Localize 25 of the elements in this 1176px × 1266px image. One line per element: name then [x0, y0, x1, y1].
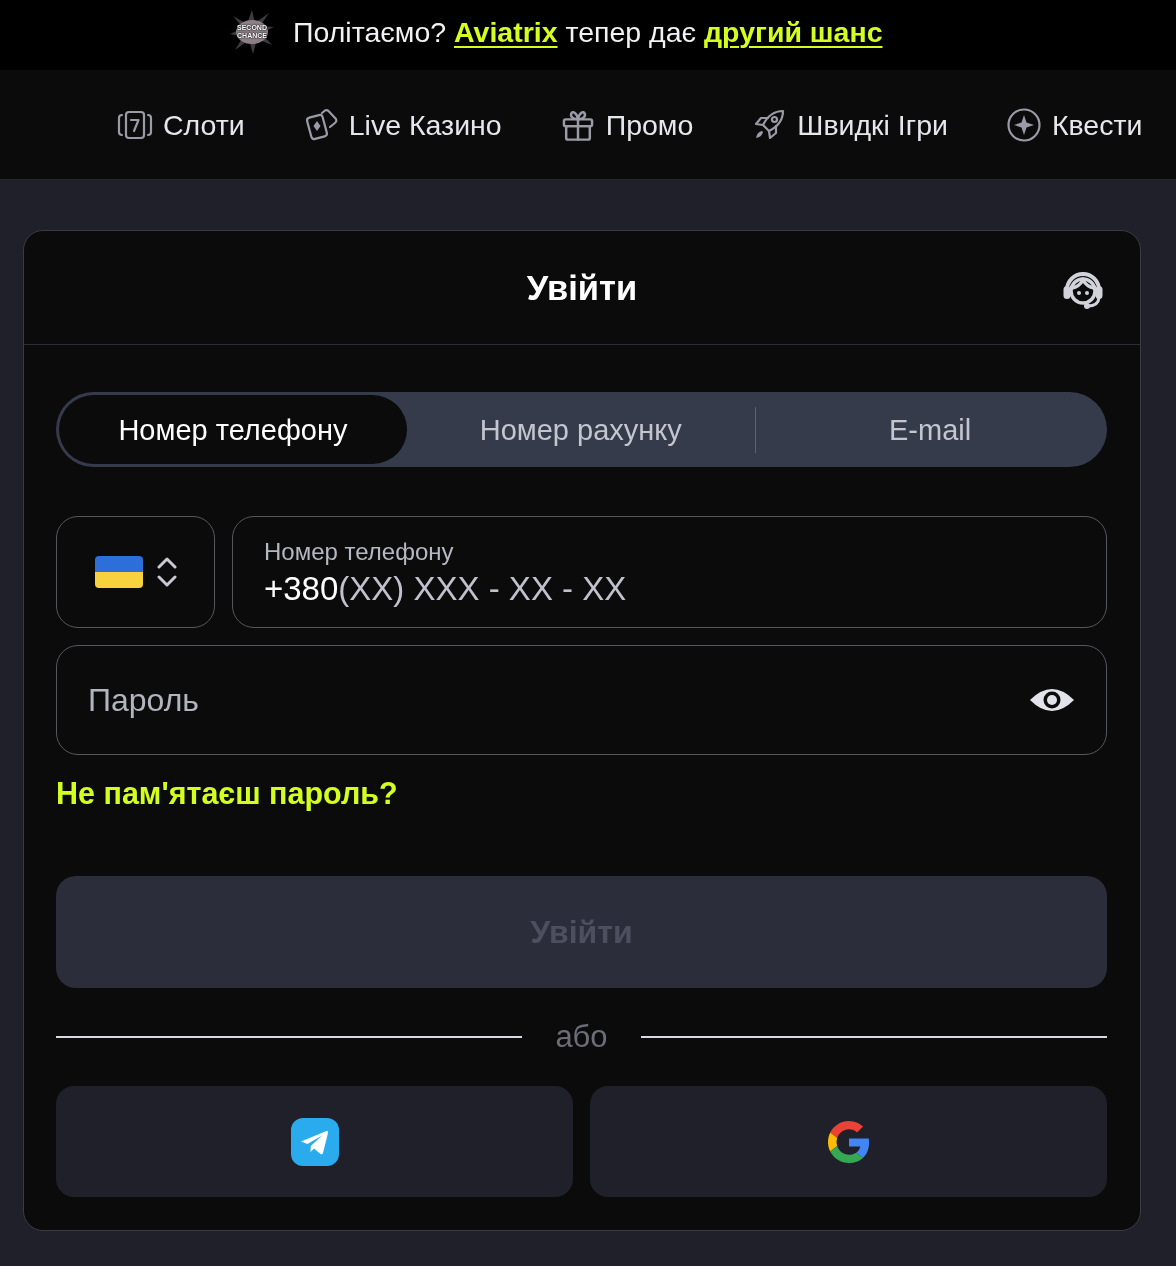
promo-link[interactable]: другий шанс	[704, 16, 883, 48]
field-label: Номер телефону	[264, 536, 454, 566]
card-title: Увійти	[526, 267, 638, 308]
promo-message: Політаємо? Aviatrix тепер дає другий шанс	[293, 15, 883, 49]
nav-item[interactable]: Live Казино	[302, 106, 502, 143]
flag-icon	[94, 556, 143, 588]
up-down-chevron-icon	[156, 556, 177, 588]
nav-item[interactable]: Слоти	[117, 106, 245, 143]
nav-item[interactable]: Промо	[559, 106, 694, 143]
divider-text: або	[555, 1018, 608, 1056]
google-icon	[827, 1120, 870, 1163]
telegram-icon	[290, 1117, 339, 1166]
login-tab[interactable]: E-mail	[756, 395, 1104, 464]
star-circle-icon	[1005, 106, 1042, 143]
login-tab[interactable]: Номер телефону	[59, 395, 407, 464]
nav-item[interactable]: Квести	[1005, 106, 1143, 143]
phone-field[interactable]: Номер телефону +380(XX) XXX - XX - XX	[232, 516, 1107, 628]
forgot-password-link[interactable]: Не пам'ятаєш пароль?	[56, 775, 398, 811]
login-tab[interactable]: Номер рахунку	[406, 395, 755, 464]
phone-value: +380(XX) XXX - XX - XX	[264, 568, 627, 608]
social-login-button[interactable]	[56, 1086, 573, 1197]
nav-item[interactable]: Швидкі Ігри	[751, 106, 948, 143]
password-field[interactable]: Пароль	[56, 645, 1107, 755]
country-select[interactable]	[56, 516, 215, 628]
promo-link[interactable]: Aviatrix	[454, 16, 558, 48]
